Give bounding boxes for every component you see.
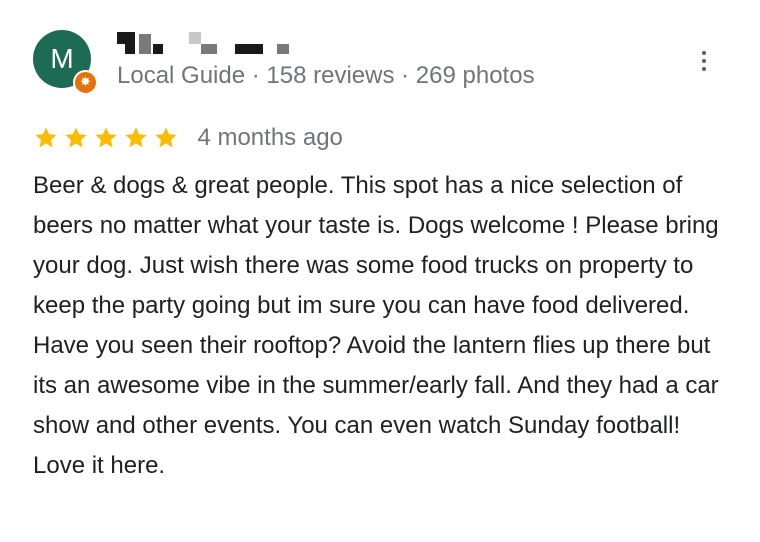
more-vertical-icon[interactable] [694,48,714,74]
reviewer-name-redacted[interactable] [117,30,297,56]
review-text: Beer & dogs & great people. This spot ha… [33,172,719,479]
avatar[interactable]: M ✸ [33,30,98,95]
local-guide-badge-icon: ✸ [73,70,98,95]
star-icon [95,127,117,148]
star-icon [155,127,177,148]
reviewer-meta: Local Guide · 158 reviews · 269 photos [117,62,535,89]
review-date: 4 months ago [197,124,343,151]
review-card: M ✸ Local Guide · 158 reviews · 269 phot… [0,0,760,542]
star-icon [125,127,147,148]
star-rating [33,127,183,148]
star-icon [35,127,57,148]
rating-row: 4 months ago [33,124,343,154]
star-icon [65,127,87,148]
